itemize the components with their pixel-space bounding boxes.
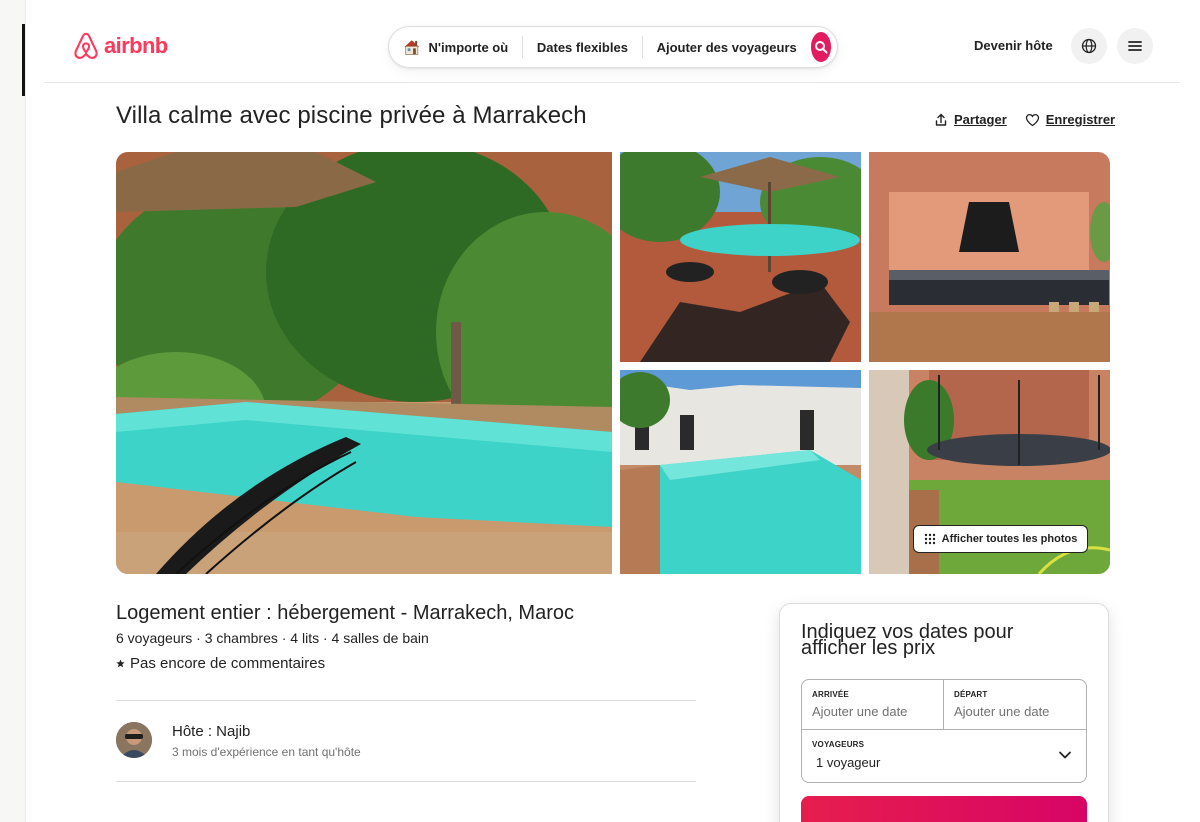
checkout-label: DÉPART	[954, 690, 988, 699]
reviews-summary: Pas encore de commentaires	[116, 655, 325, 672]
photo-gallery	[116, 152, 1110, 574]
section-divider	[116, 781, 696, 782]
booking-card: Indiquez vos dates pour afficher les pri…	[779, 603, 1109, 822]
checkin-placeholder: Ajouter une date	[812, 704, 908, 719]
left-window-strip	[0, 0, 26, 822]
listing-page: airbnb N'importe où Dates flexibles Ajou…	[44, 0, 1180, 822]
check-availability-button[interactable]	[801, 796, 1087, 822]
show-all-photos-button[interactable]: Afficher toutes les photos	[913, 525, 1088, 553]
guests-value: 1 voyageur	[816, 755, 881, 770]
listing-subtitle: Logement entier : hébergement - Marrakec…	[116, 602, 574, 624]
share-button[interactable]: Partager	[934, 112, 1007, 127]
text-cursor-bar	[22, 24, 25, 96]
section-divider	[116, 700, 696, 701]
save-label: Enregistrer	[1045, 112, 1116, 127]
heart-icon	[1025, 113, 1039, 126]
chevron-down-icon	[1059, 751, 1071, 759]
menu-icon	[1128, 41, 1142, 51]
reviews-text: Pas encore de commentaires	[130, 655, 326, 672]
globe-icon	[1081, 38, 1097, 54]
photo-pool-terrace[interactable]	[620, 152, 861, 362]
show-all-photos-label: Afficher toutes les photos	[941, 533, 1078, 545]
search-button[interactable]	[810, 32, 831, 62]
guests-select[interactable]: VOYAGEURS 1 voyageur	[802, 730, 1086, 782]
host-name: Hôte : Najib	[172, 723, 251, 740]
search-icon	[814, 41, 828, 54]
checkout-placeholder: Ajouter une date	[954, 704, 1050, 719]
airbnb-logo[interactable]: airbnb	[72, 30, 168, 62]
become-host-link[interactable]: Devenir hôte	[974, 38, 1053, 53]
save-button[interactable]: Enregistrer	[1025, 112, 1115, 127]
airbnb-logo-icon	[74, 32, 98, 59]
main-menu-button[interactable]	[1117, 28, 1153, 64]
search-add-guests[interactable]: Ajouter des voyageurs	[643, 40, 811, 55]
checkin-label: ARRIVÉE	[812, 690, 849, 699]
listing-title: Villa calme avec piscine privée à Marrak…	[116, 102, 587, 129]
house-icon	[404, 40, 420, 55]
photo-villa-pool[interactable]	[620, 370, 861, 574]
language-button[interactable]	[1071, 28, 1107, 64]
share-icon	[935, 113, 947, 126]
star-icon	[116, 659, 125, 668]
logo-text: airbnb	[104, 33, 168, 58]
search-anywhere[interactable]: N'importe où	[421, 40, 523, 55]
listing-details: 6 voyageurs · 3 chambres · 4 lits · 4 sa…	[116, 630, 429, 646]
share-label: Partager	[954, 112, 1007, 127]
photo-outdoor-kitchen[interactable]	[869, 152, 1110, 362]
photo-main-pool[interactable]	[116, 152, 612, 574]
listing-actions: Partager Enregistrer	[934, 112, 1115, 127]
search-bar[interactable]: N'importe où Dates flexibles Ajouter des…	[388, 26, 838, 68]
top-header: airbnb N'importe où Dates flexibles Ajou…	[44, 0, 1180, 83]
search-flexible-dates[interactable]: Dates flexibles	[523, 40, 642, 55]
booking-title: Indiquez vos dates pour afficher les pri…	[801, 621, 1014, 659]
host-avatar[interactable]	[116, 722, 152, 758]
date-guest-picker: ARRIVÉE Ajouter une date DÉPART Ajouter …	[801, 679, 1087, 783]
checkout-field[interactable]: DÉPART Ajouter une date	[944, 680, 1086, 730]
guests-label: VOYAGEURS	[812, 740, 865, 749]
grid-icon	[924, 533, 935, 545]
checkin-field[interactable]: ARRIVÉE Ajouter une date	[802, 680, 944, 730]
host-experience: 3 mois d'expérience en tant qu'hôte	[172, 745, 361, 759]
